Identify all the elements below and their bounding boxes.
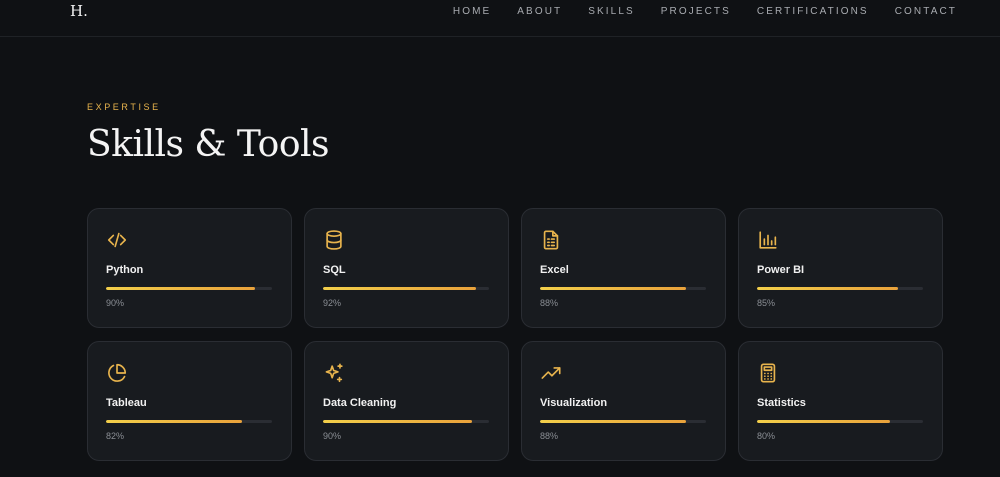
pie-chart-icon [106, 362, 128, 384]
skill-progress-fill [540, 287, 687, 290]
nav-links: HOME ABOUT SKILLS PROJECTS CERTIFICATION… [453, 6, 957, 17]
navbar: H. HOME ABOUT SKILLS PROJECTS CERTIFICAT… [0, 0, 1000, 37]
skill-progress-track [323, 420, 489, 423]
skill-progress-track [540, 287, 706, 290]
skill-percent: 88% [540, 298, 559, 308]
skill-progress-fill [757, 287, 899, 290]
skill-progress-fill [540, 420, 687, 423]
skill-percent: 80% [757, 431, 776, 441]
skill-card-python: Python 90% [87, 208, 292, 328]
skill-name: Power BI [757, 264, 805, 276]
skills-grid: Python 90% SQL 92% Excel 88% Power BI 85… [87, 208, 943, 461]
calculator-icon [757, 362, 779, 384]
skill-card-excel: Excel 88% [521, 208, 726, 328]
skill-name: Excel [540, 264, 569, 276]
skill-card-power-bi: Power BI 85% [738, 208, 943, 328]
logo[interactable]: H. [70, 2, 88, 20]
nav-certifications[interactable]: CERTIFICATIONS [757, 6, 869, 17]
skill-progress-track [757, 420, 923, 423]
skill-name: Data Cleaning [323, 397, 397, 409]
skill-percent: 90% [106, 298, 125, 308]
skill-progress-track [540, 420, 706, 423]
skill-card-tableau: Tableau 82% [87, 341, 292, 461]
skill-card-sql: SQL 92% [304, 208, 509, 328]
database-icon [323, 229, 345, 251]
spreadsheet-icon [540, 229, 562, 251]
skill-percent: 85% [757, 298, 776, 308]
skill-name: Tableau [106, 397, 147, 409]
skill-card-data-cleaning: Data Cleaning 90% [304, 341, 509, 461]
section-title: Skills & Tools [87, 124, 329, 165]
skill-progress-fill [323, 420, 473, 423]
skill-name: Python [106, 264, 144, 276]
skill-progress-fill [323, 287, 476, 290]
skill-percent: 88% [540, 431, 559, 441]
skill-percent: 90% [323, 431, 342, 441]
skill-card-visualization: Visualization 88% [521, 341, 726, 461]
skill-percent: 82% [106, 431, 125, 441]
section-eyebrow: EXPERTISE [87, 102, 161, 112]
code-icon [106, 229, 128, 251]
skill-progress-fill [106, 420, 243, 423]
skill-name: Visualization [540, 397, 608, 409]
skill-progress-fill [757, 420, 890, 423]
skill-progress-track [757, 287, 923, 290]
skill-progress-track [106, 420, 272, 423]
skill-progress-track [106, 287, 272, 290]
nav-projects[interactable]: PROJECTS [661, 6, 731, 17]
nav-about[interactable]: ABOUT [517, 6, 562, 17]
skill-name: SQL [323, 264, 346, 276]
skill-progress-fill [106, 287, 256, 290]
bar-chart-icon [757, 229, 779, 251]
skill-name: Statistics [757, 397, 806, 409]
skill-progress-track [323, 287, 489, 290]
nav-contact[interactable]: CONTACT [895, 6, 957, 17]
skill-card-statistics: Statistics 80% [738, 341, 943, 461]
nav-home[interactable]: HOME [453, 6, 491, 17]
trending-up-icon [540, 362, 562, 384]
nav-skills[interactable]: SKILLS [588, 6, 635, 17]
sparkles-icon [323, 362, 345, 384]
skill-percent: 92% [323, 298, 342, 308]
